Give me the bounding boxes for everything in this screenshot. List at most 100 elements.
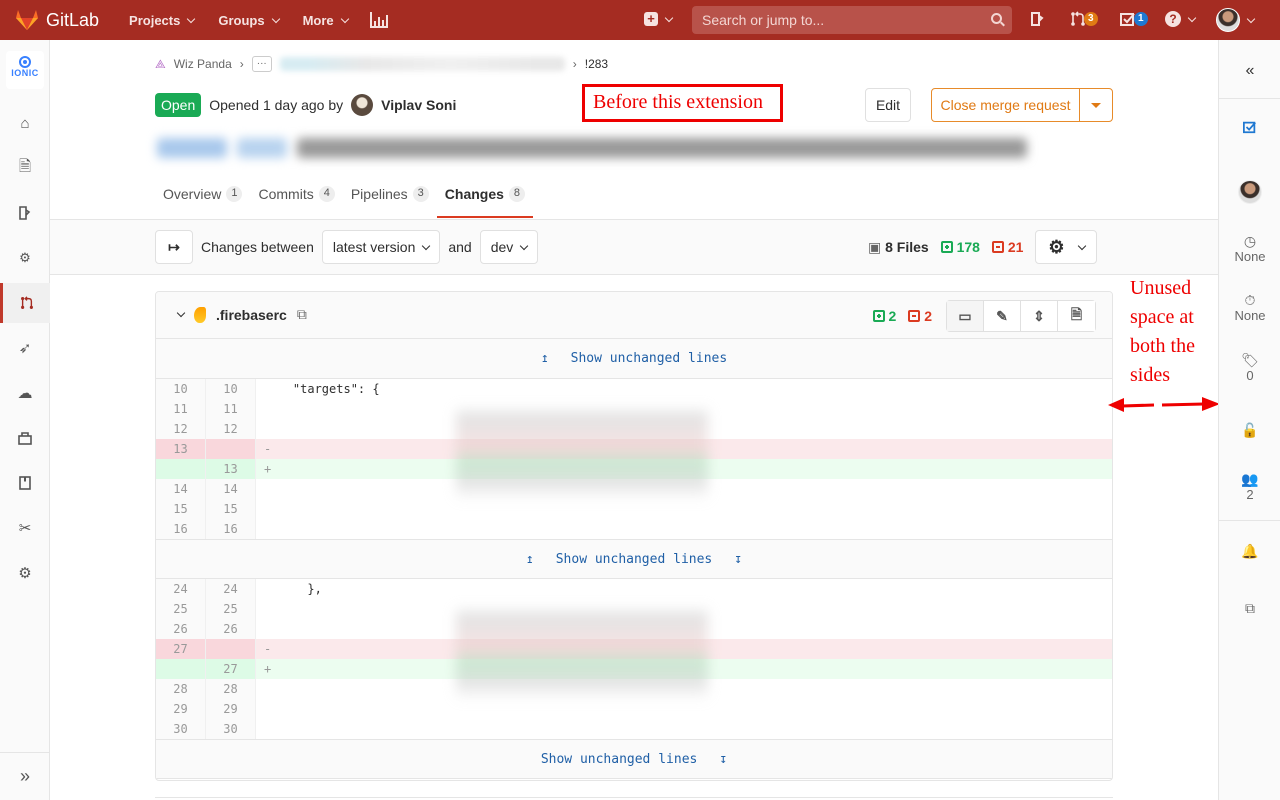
sidebar-item-operations[interactable]: ☁ — [0, 373, 50, 413]
close-merge-request-label[interactable]: Close merge request — [932, 89, 1080, 121]
nav-projects[interactable]: Projects — [129, 13, 196, 28]
tab-changes[interactable]: Changes 8 — [436, 170, 534, 218]
milestone-item[interactable]: ◷ None — [1219, 233, 1280, 264]
file-name[interactable]: .firebaserc — [216, 307, 287, 323]
old-line-number[interactable]: 24 — [156, 579, 206, 599]
new-line-number[interactable]: 24 — [206, 579, 256, 599]
expand-sidebar-button[interactable]: « — [1219, 62, 1280, 80]
new-line-number[interactable]: 25 — [206, 599, 256, 619]
close-merge-request-button[interactable]: Close merge request — [931, 88, 1113, 122]
sidebar-item-wiki[interactable] — [0, 463, 50, 503]
sidebar-item-repository[interactable]: 🗎 — [0, 148, 50, 188]
old-line-number[interactable] — [156, 659, 206, 679]
collapse-sidebar-button[interactable]: » — [0, 752, 50, 800]
copy-path-icon[interactable]: ⧉ — [297, 306, 307, 323]
collapse-file-chevron-icon[interactable] — [176, 308, 186, 318]
sidebar-item-settings[interactable]: ⚙ — [0, 553, 50, 593]
tab-overview[interactable]: Overview 1 — [155, 170, 250, 218]
notifications-toggle[interactable]: 🔔 — [1219, 543, 1280, 559]
show-unchanged-lines-top[interactable]: ↥ Show unchanged lines — [156, 339, 1112, 379]
tab-pipelines[interactable]: Pipelines 3 — [343, 170, 437, 218]
new-line-number[interactable]: 30 — [206, 719, 256, 739]
new-line-number[interactable]: 16 — [206, 519, 256, 539]
diff-settings-dropdown[interactable]: ⚙ — [1035, 230, 1098, 264]
breadcrumb-current[interactable]: !283 — [585, 57, 608, 71]
new-line-number[interactable]: 14 — [206, 479, 256, 499]
show-unchanged-lines-middle[interactable]: ↥ Show unchanged lines ↧ — [156, 539, 1112, 579]
breadcrumb-group[interactable]: Wiz Panda — [174, 57, 232, 71]
project-avatar-text: IONIC — [11, 68, 39, 78]
sidebar-item-packages[interactable] — [0, 418, 50, 458]
lock-discussion-item[interactable]: 🔓 — [1219, 422, 1280, 438]
show-unchanged-label: Show unchanged lines — [555, 551, 713, 567]
new-line-number[interactable] — [206, 639, 256, 659]
plus-square-icon — [940, 241, 953, 253]
old-line-number[interactable]: 27 — [156, 639, 206, 659]
old-line-number[interactable]: 11 — [156, 399, 206, 419]
old-line-number[interactable]: 25 — [156, 599, 206, 619]
view-file-button[interactable]: 🗎 — [1058, 301, 1095, 331]
nav-groups[interactable]: Groups — [218, 13, 280, 28]
new-line-number[interactable]: 15 — [206, 499, 256, 519]
and-label: and — [448, 239, 472, 255]
old-line-number[interactable]: 13 — [156, 439, 206, 459]
sidebar-item-deployments[interactable]: ➶ — [0, 328, 50, 368]
sidebar-item-merge-requests[interactable] — [0, 283, 50, 323]
labels-item[interactable]: 🏷 0 — [1219, 352, 1280, 383]
new-item-dropdown[interactable]: + — [644, 12, 674, 26]
issues-icon[interactable] — [1030, 11, 1044, 27]
edit-file-button[interactable]: ✎ — [984, 301, 1021, 331]
new-line-number[interactable]: 27 — [206, 659, 256, 679]
edit-button[interactable]: Edit — [865, 88, 911, 122]
search-input[interactable]: Search or jump to... — [692, 6, 1012, 34]
new-line-number[interactable]: 11 — [206, 399, 256, 419]
expand-file-button[interactable]: ⇕ — [1021, 301, 1058, 331]
new-line-number[interactable]: 10 — [206, 379, 256, 399]
gitlab-logo[interactable]: GitLab — [16, 10, 99, 31]
old-line-number[interactable]: 29 — [156, 699, 206, 719]
sidebar-item-snippets[interactable]: ✂ — [0, 508, 50, 548]
activity-chart-icon[interactable] — [369, 12, 388, 28]
old-line-number[interactable]: 10 — [156, 379, 206, 399]
merge-requests-shortcut[interactable]: 3 — [1070, 11, 1098, 27]
author-name[interactable]: Viplav Soni — [381, 97, 456, 113]
new-line-number[interactable]: 28 — [206, 679, 256, 699]
help-dropdown[interactable]: ? — [1165, 11, 1197, 27]
new-line-number[interactable] — [206, 439, 256, 459]
todos-shortcut[interactable]: 1 — [1120, 11, 1148, 27]
tab-commits[interactable]: Commits 4 — [250, 170, 342, 218]
old-line-number[interactable] — [156, 459, 206, 479]
old-line-number[interactable]: 30 — [156, 719, 206, 739]
project-avatar[interactable]: IONIC — [6, 51, 44, 89]
sidebar-item-issues[interactable] — [0, 193, 50, 233]
toggle-file-tree-button[interactable]: ↦ — [155, 230, 193, 264]
old-line-number[interactable]: 14 — [156, 479, 206, 499]
nav-more[interactable]: More — [303, 13, 349, 28]
user-menu[interactable] — [1216, 8, 1256, 32]
add-todo-button[interactable] — [1219, 120, 1280, 137]
files-count[interactable]: ▣ 8 Files — [868, 239, 929, 256]
breadcrumb-ellipsis-button[interactable]: ··· — [251, 56, 272, 72]
copy-reference-button[interactable]: ⧉ — [1219, 600, 1280, 616]
old-line-number[interactable]: 28 — [156, 679, 206, 699]
new-line-number[interactable]: 12 — [206, 419, 256, 439]
new-line-number[interactable]: 26 — [206, 619, 256, 639]
time-tracking-item[interactable]: ⏱ None — [1219, 292, 1280, 323]
sidebar-item-project-overview[interactable]: ⌂ — [0, 103, 50, 143]
show-unchanged-lines-bottom[interactable]: Show unchanged lines ↧ — [156, 739, 1112, 779]
old-line-number[interactable]: 12 — [156, 419, 206, 439]
comment-button[interactable]: ▭ — [947, 301, 984, 331]
author-avatar[interactable] — [351, 94, 374, 116]
version-select[interactable]: latest version — [321, 230, 441, 264]
target-branch-select[interactable]: dev — [479, 230, 539, 264]
diff-line: 29 29 — [156, 699, 1112, 719]
close-mr-dropdown-toggle[interactable] — [1080, 89, 1112, 121]
assignee-avatar[interactable] — [1219, 180, 1280, 204]
old-line-number[interactable]: 16 — [156, 519, 206, 539]
new-line-number[interactable]: 13 — [206, 459, 256, 479]
old-line-number[interactable]: 26 — [156, 619, 206, 639]
old-line-number[interactable]: 15 — [156, 499, 206, 519]
new-line-number[interactable]: 29 — [206, 699, 256, 719]
participants-item[interactable]: 👥 2 — [1219, 471, 1280, 502]
sidebar-item-ci-cd[interactable]: ⚙ — [0, 238, 50, 278]
